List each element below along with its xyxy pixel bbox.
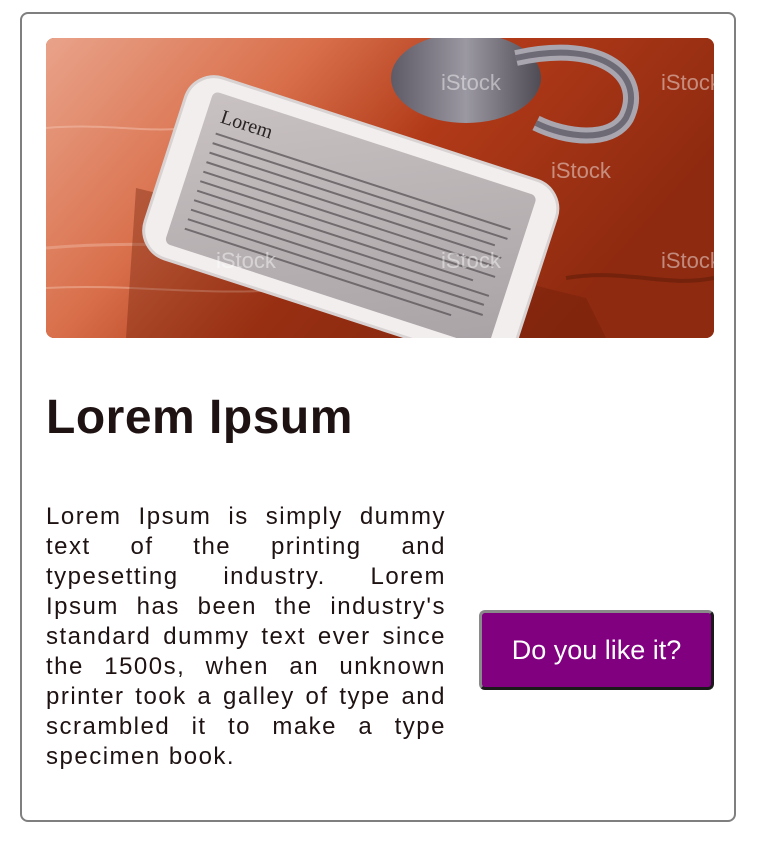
watermark-text: iStock bbox=[216, 248, 277, 273]
content-card: Lorem iStock iStock bbox=[20, 12, 736, 822]
card-description: Lorem Ipsum is simply dummy text of the … bbox=[46, 503, 446, 770]
watermark-text: iStock bbox=[661, 248, 714, 273]
smartphone-photo: Lorem iStock iStock bbox=[46, 38, 714, 338]
hero-image: Lorem iStock iStock bbox=[46, 38, 714, 338]
watermark-text: iStock bbox=[441, 248, 502, 273]
watermark-text: iStock bbox=[551, 158, 612, 183]
watermark-text: iStock bbox=[441, 70, 502, 95]
card-title: Lorem Ipsum bbox=[46, 391, 353, 444]
like-button[interactable]: Do you like it? bbox=[479, 610, 714, 690]
watermark-text: iStock bbox=[661, 70, 714, 95]
